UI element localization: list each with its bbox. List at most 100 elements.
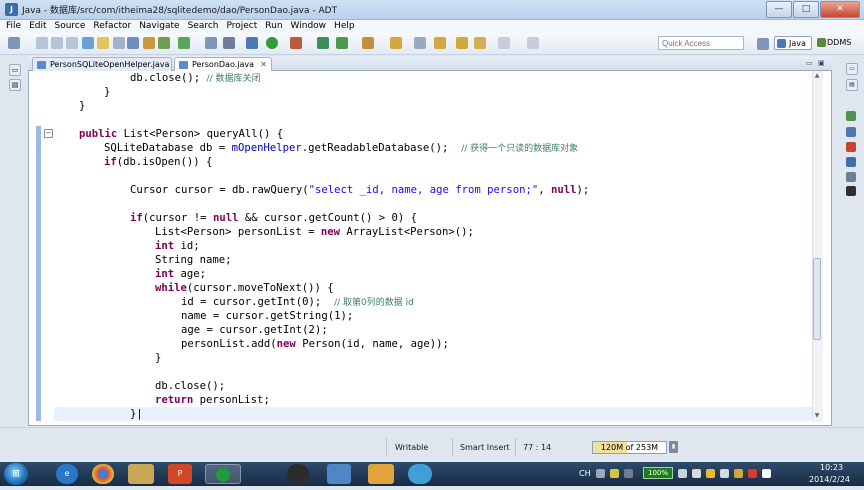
open-perspective-icon[interactable] [757,38,769,50]
file-explorer-icon[interactable] [128,464,154,484]
tray-expand-icon[interactable] [624,469,633,478]
task-icon[interactable] [178,37,190,49]
heap-status[interactable]: 120M of 253M [592,441,667,454]
declaration-icon[interactable] [846,172,856,182]
menu-window[interactable]: Window [291,20,327,33]
lint-icon[interactable] [113,37,125,49]
package-explorer-icon[interactable]: ▤ [9,79,21,91]
notification-icon[interactable] [748,469,757,478]
quick-access-input[interactable] [658,36,744,50]
tab-person-dao[interactable]: PersonDao.java ✕ [174,57,272,71]
toggle-mark-occurrences-icon[interactable] [414,37,426,49]
status-insert-mode: Smart Insert [460,443,510,452]
menu-run[interactable]: Run [265,20,282,33]
powerpoint-icon[interactable]: P [168,464,192,484]
fold-collapse-icon[interactable]: − [44,129,53,138]
tab-person-sqlite-open-helper[interactable]: PersonSQLiteOpenHelper.java [32,57,172,71]
ime-indicator[interactable]: CH [579,469,591,478]
new-java-package-icon[interactable] [317,37,329,49]
menu-help[interactable]: Help [334,20,355,33]
save-all-icon[interactable] [51,37,63,49]
internet-explorer-icon[interactable]: e [56,464,78,484]
window-title: Java - 数据库/src/com/itheima28/sqlitedemo/… [22,6,338,16]
tray-app-icon[interactable] [610,469,619,478]
status-cursor-position: 77 : 14 [523,443,552,452]
restore-right-icon[interactable]: ▭ [846,63,858,75]
code-line: } [79,100,86,112]
outline-view-icon[interactable] [846,127,856,137]
save-icon[interactable] [36,37,48,49]
quick-diff-bar [36,126,41,421]
perspective-ddms-button[interactable]: DDMS [815,36,851,50]
tray-icon[interactable] [762,469,771,478]
chrome-icon[interactable] [92,464,114,484]
menu-file[interactable]: File [6,20,21,33]
new-java-class-icon[interactable] [336,37,348,49]
new-android-project-icon[interactable] [127,37,139,49]
new-xml-file-icon[interactable] [158,37,170,49]
new-icon[interactable] [8,37,20,49]
menu-search[interactable]: Search [188,20,219,33]
status-separator [515,438,516,456]
editor-vertical-scrollbar[interactable] [812,71,823,422]
video-recorder-icon[interactable] [287,464,309,484]
menu-project[interactable]: Project [226,20,257,33]
left-trim-bar [0,55,28,427]
run-icon[interactable] [266,37,278,49]
menu-navigate[interactable]: Navigate [139,20,179,33]
speaker-icon[interactable] [720,469,729,478]
restore-icon[interactable]: ▭ [9,64,21,76]
scrollbar-thumb[interactable] [813,258,821,340]
clock-date[interactable]: 2014/2/24 [809,475,850,484]
close-button[interactable]: ✕ [820,1,860,18]
start-button[interactable]: ⊞ [4,463,28,485]
next-annotation-icon[interactable] [434,37,446,49]
problems-icon[interactable] [846,142,856,152]
security-icon[interactable] [706,469,715,478]
menu-edit[interactable]: Edit [29,20,46,33]
minimize-editor-icon[interactable]: ▭ [806,58,818,68]
perspective-java-button[interactable]: Java [774,36,812,50]
previous-annotation-icon[interactable] [456,37,468,49]
back-icon[interactable] [474,37,486,49]
power-icon[interactable] [734,469,743,478]
code-editor[interactable]: db.close(); // 数据库关闭 } } public List<Per… [54,71,812,421]
paint-icon[interactable] [327,464,351,484]
weather-app-icon[interactable] [408,464,432,484]
avd-manager-icon[interactable] [97,37,109,49]
status-separator [386,438,387,456]
keyboard-icon[interactable] [596,469,605,478]
menu-source[interactable]: Source [55,20,86,33]
menu-refactor[interactable]: Refactor [93,20,131,33]
status-separator [452,438,453,456]
code-line: name = cursor.getString(1); [181,310,354,322]
maximize-button[interactable]: □ [793,1,819,18]
terminal-icon[interactable] [205,37,217,49]
scroll-down-arrow-icon[interactable]: ▼ [813,412,821,420]
new-test-project-icon[interactable] [143,37,155,49]
clock-time[interactable]: 10:23 [820,463,843,472]
javadoc-icon[interactable] [846,157,856,167]
garbage-collect-icon[interactable]: ▮ [669,441,678,453]
eclipse-taskbar-icon[interactable] [205,464,241,484]
debug-icon[interactable] [246,37,258,49]
skip-breakpoints-icon[interactable] [223,37,235,49]
maximize-editor-icon[interactable]: ▣ [818,58,830,68]
scroll-up-arrow-icon[interactable]: ▲ [813,72,821,80]
close-tab-icon[interactable]: ✕ [260,58,267,71]
forward-icon[interactable] [498,37,510,49]
minimize-button[interactable]: — [766,1,792,18]
outline-icon[interactable]: ▤ [846,79,858,91]
android-sdk-manager-icon[interactable] [82,37,94,49]
battery-indicator[interactable]: 100% [643,467,673,479]
app-icon[interactable] [368,464,394,484]
print-icon[interactable] [66,37,78,49]
console-icon[interactable] [846,186,856,196]
task-list-icon[interactable] [846,111,856,121]
open-type-icon[interactable] [362,37,374,49]
pin-editor-icon[interactable] [527,37,539,49]
action-center-icon[interactable] [678,469,687,478]
network-icon[interactable] [692,469,701,478]
external-tools-icon[interactable] [290,37,302,49]
search-icon[interactable] [390,37,402,49]
